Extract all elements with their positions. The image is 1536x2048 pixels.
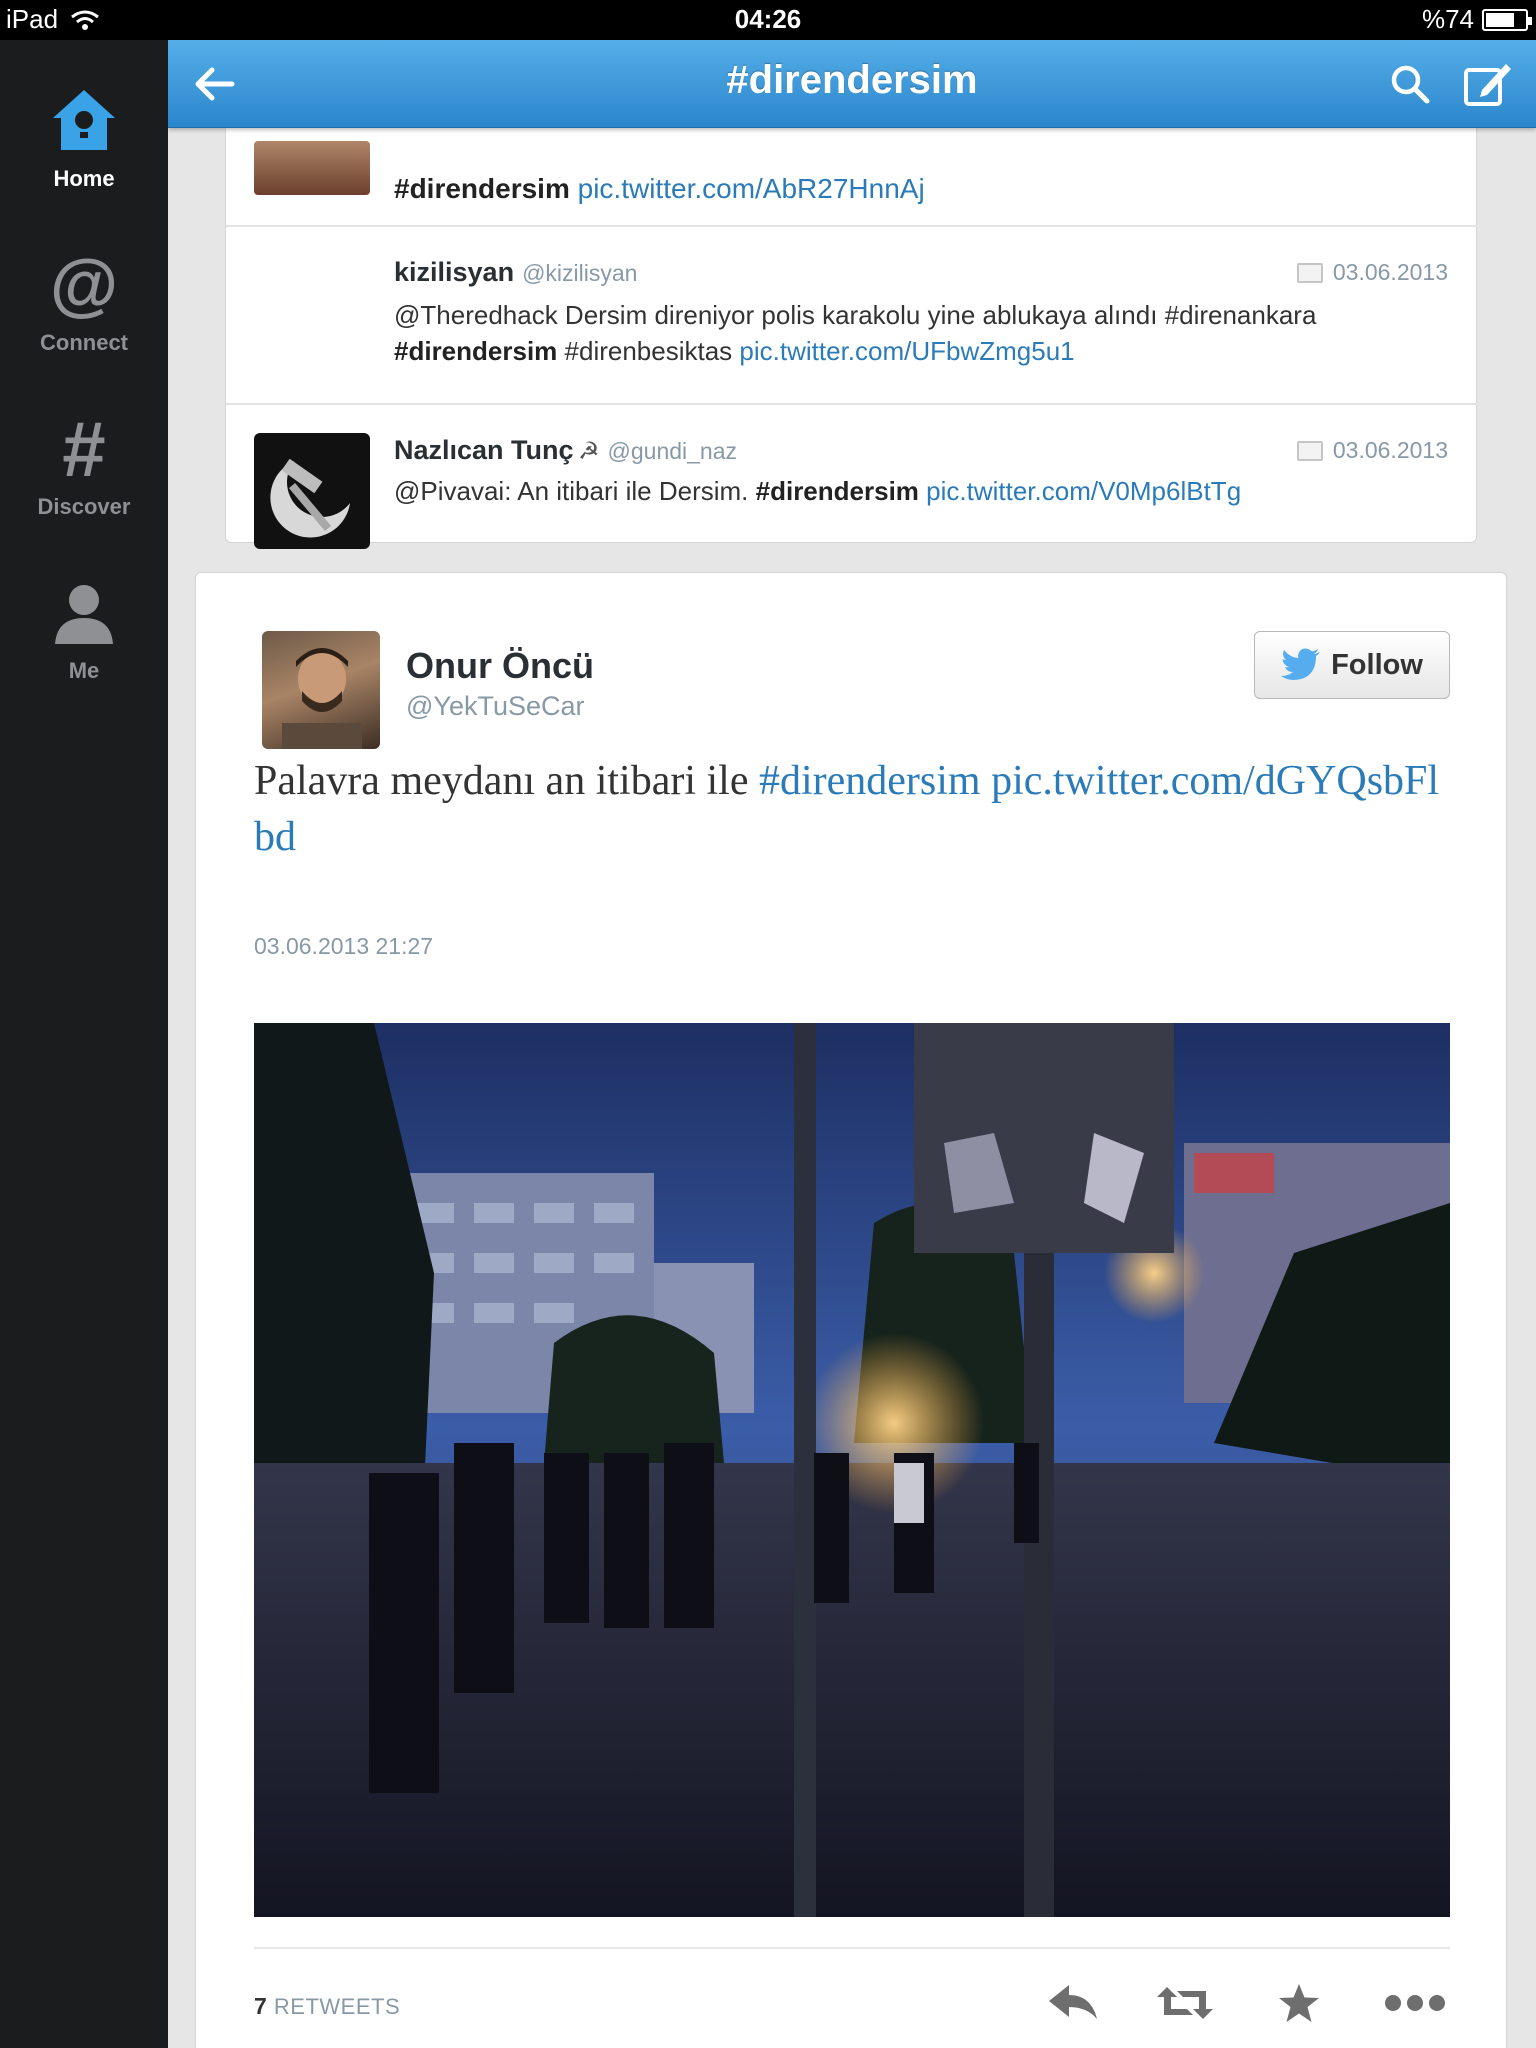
sidebar-item-discover[interactable]: # Discover <box>0 404 168 520</box>
avatar[interactable] <box>254 141 370 195</box>
clock: 04:26 <box>734 4 802 34</box>
hashtag[interactable]: #direndersim <box>394 173 570 204</box>
hashtag[interactable]: #direndersim <box>394 336 557 366</box>
compose-icon <box>1464 64 1511 106</box>
name-symbol: ☭ <box>578 438 600 465</box>
search-button[interactable] <box>1388 62 1432 111</box>
sidebar-item-home[interactable]: Home <box>0 76 168 192</box>
list-item[interactable]: Nazlıcan Tunç ☭ @gundi_naz 03.06.2013 @Pi… <box>226 405 1478 549</box>
media-icon <box>1296 440 1323 461</box>
pic-link[interactable]: pic.twitter.com/V0Mp6lBtTg <box>926 476 1241 506</box>
more-icon <box>1385 1995 1445 2011</box>
search-icon <box>1391 65 1430 104</box>
tweet-detail: Onur Öncü @YekTuSeCar Follow Palavra mey… <box>195 572 1507 2048</box>
retweet-number: 7 <box>254 1993 268 2019</box>
reply-icon <box>1049 1985 1097 2019</box>
tweet-author-name[interactable]: Nazlıcan Tunç <box>394 435 574 465</box>
author-avatar[interactable] <box>262 631 380 749</box>
author-handle[interactable]: @YekTuSeCar <box>406 691 585 722</box>
hammer-sickle-icon <box>270 458 350 538</box>
sidebar-item-connect[interactable]: @ Connect <box>0 240 168 356</box>
sidebar-item-label: Connect <box>40 330 128 355</box>
hashtag[interactable]: #direnbesiktas <box>565 336 733 366</box>
pic-link[interactable]: pic.twitter.com/UFbwZmg5u1 <box>739 336 1074 366</box>
at-icon: @ <box>50 250 118 320</box>
retweet-button[interactable] <box>1150 1975 1220 2031</box>
tweet-text: Palavra meydanı an itibari ile <box>254 758 749 804</box>
follow-button[interactable]: Follow <box>1254 631 1450 699</box>
sidebar-item-label: Discover <box>37 494 131 519</box>
hashtag[interactable]: #direndersim <box>756 476 919 506</box>
battery-icon <box>1482 8 1532 31</box>
tweet-photo[interactable] <box>254 1023 1450 1917</box>
tweet-text: @Pivavai: An itibari ile Dersim. <box>394 476 749 506</box>
main-content: #direndersim #direndersim pic.twitter.co… <box>168 40 1536 2048</box>
tweet-author-name[interactable]: kizilisyan <box>394 257 514 287</box>
more-button[interactable] <box>1380 1975 1450 2031</box>
tweet-date: 03.06.2013 <box>1296 437 1448 464</box>
sidebar: Home @ Connect # Discover Me <box>0 40 168 2048</box>
svg-text:#: # <box>62 414 105 484</box>
avatar-photo <box>282 648 362 749</box>
favorite-button[interactable] <box>1264 1975 1334 2031</box>
list-item[interactable]: kizilisyan @kizilisyan 03.06.2013 @Thered… <box>226 227 1478 403</box>
retweet-icon <box>1157 1987 1213 2019</box>
sidebar-item-label: Me <box>68 658 100 683</box>
status-bar: iPad 04:26 %74 <box>0 0 1536 40</box>
tweet-body: Palavra meydanı an itibari ile #dirender… <box>254 753 1454 865</box>
tweet-author-handle[interactable]: @kizilisyan <box>522 260 637 286</box>
tweet-date: 03.06.2013 <box>1296 259 1448 286</box>
compose-button[interactable] <box>1462 58 1514 115</box>
street-photo <box>254 1023 1450 1917</box>
navigation-bar: #direndersim <box>168 40 1536 128</box>
retweet-count[interactable]: 7 RETWEETS <box>254 1993 400 2020</box>
star-icon <box>1279 1984 1319 2022</box>
search-results-list: #direndersim pic.twitter.com/AbR27HnnAj … <box>225 100 1478 549</box>
battery-percent: %74 <box>1421 4 1474 34</box>
hashtag[interactable]: #direndersim <box>759 758 981 804</box>
pic-link[interactable]: pic.twitter.com/AbR27HnnAj <box>578 173 925 204</box>
tweet-date-text: 03.06.2013 <box>1332 437 1448 463</box>
avatar[interactable] <box>254 433 370 549</box>
battery-fill <box>1486 12 1515 27</box>
home-icon <box>53 90 115 150</box>
battery-indicator: %74 <box>1421 4 1532 35</box>
tweet-date-text: 03.06.2013 <box>1332 259 1448 285</box>
twitter-bird-icon <box>1281 648 1321 680</box>
tweet-author-handle[interactable]: @gundi_naz <box>608 438 738 464</box>
retweet-label: RETWEETS <box>273 1994 401 2019</box>
hash-icon: # <box>62 414 105 484</box>
page-title: #direndersim <box>726 58 978 102</box>
reply-button[interactable] <box>1038 1975 1108 2031</box>
tweet-timestamp: 03.06.2013 21:27 <box>254 933 434 959</box>
tweet-text: @Theredhack Dersim direniyor polis karak… <box>394 300 1317 330</box>
sidebar-item-me[interactable]: Me <box>0 568 168 684</box>
person-icon <box>55 585 113 644</box>
divider <box>254 1947 1450 1949</box>
follow-label: Follow <box>1331 648 1423 681</box>
media-icon <box>1296 262 1323 283</box>
author-name[interactable]: Onur Öncü <box>406 645 594 687</box>
sidebar-item-label: Home <box>53 166 115 191</box>
svg-text:@: @ <box>50 250 118 320</box>
